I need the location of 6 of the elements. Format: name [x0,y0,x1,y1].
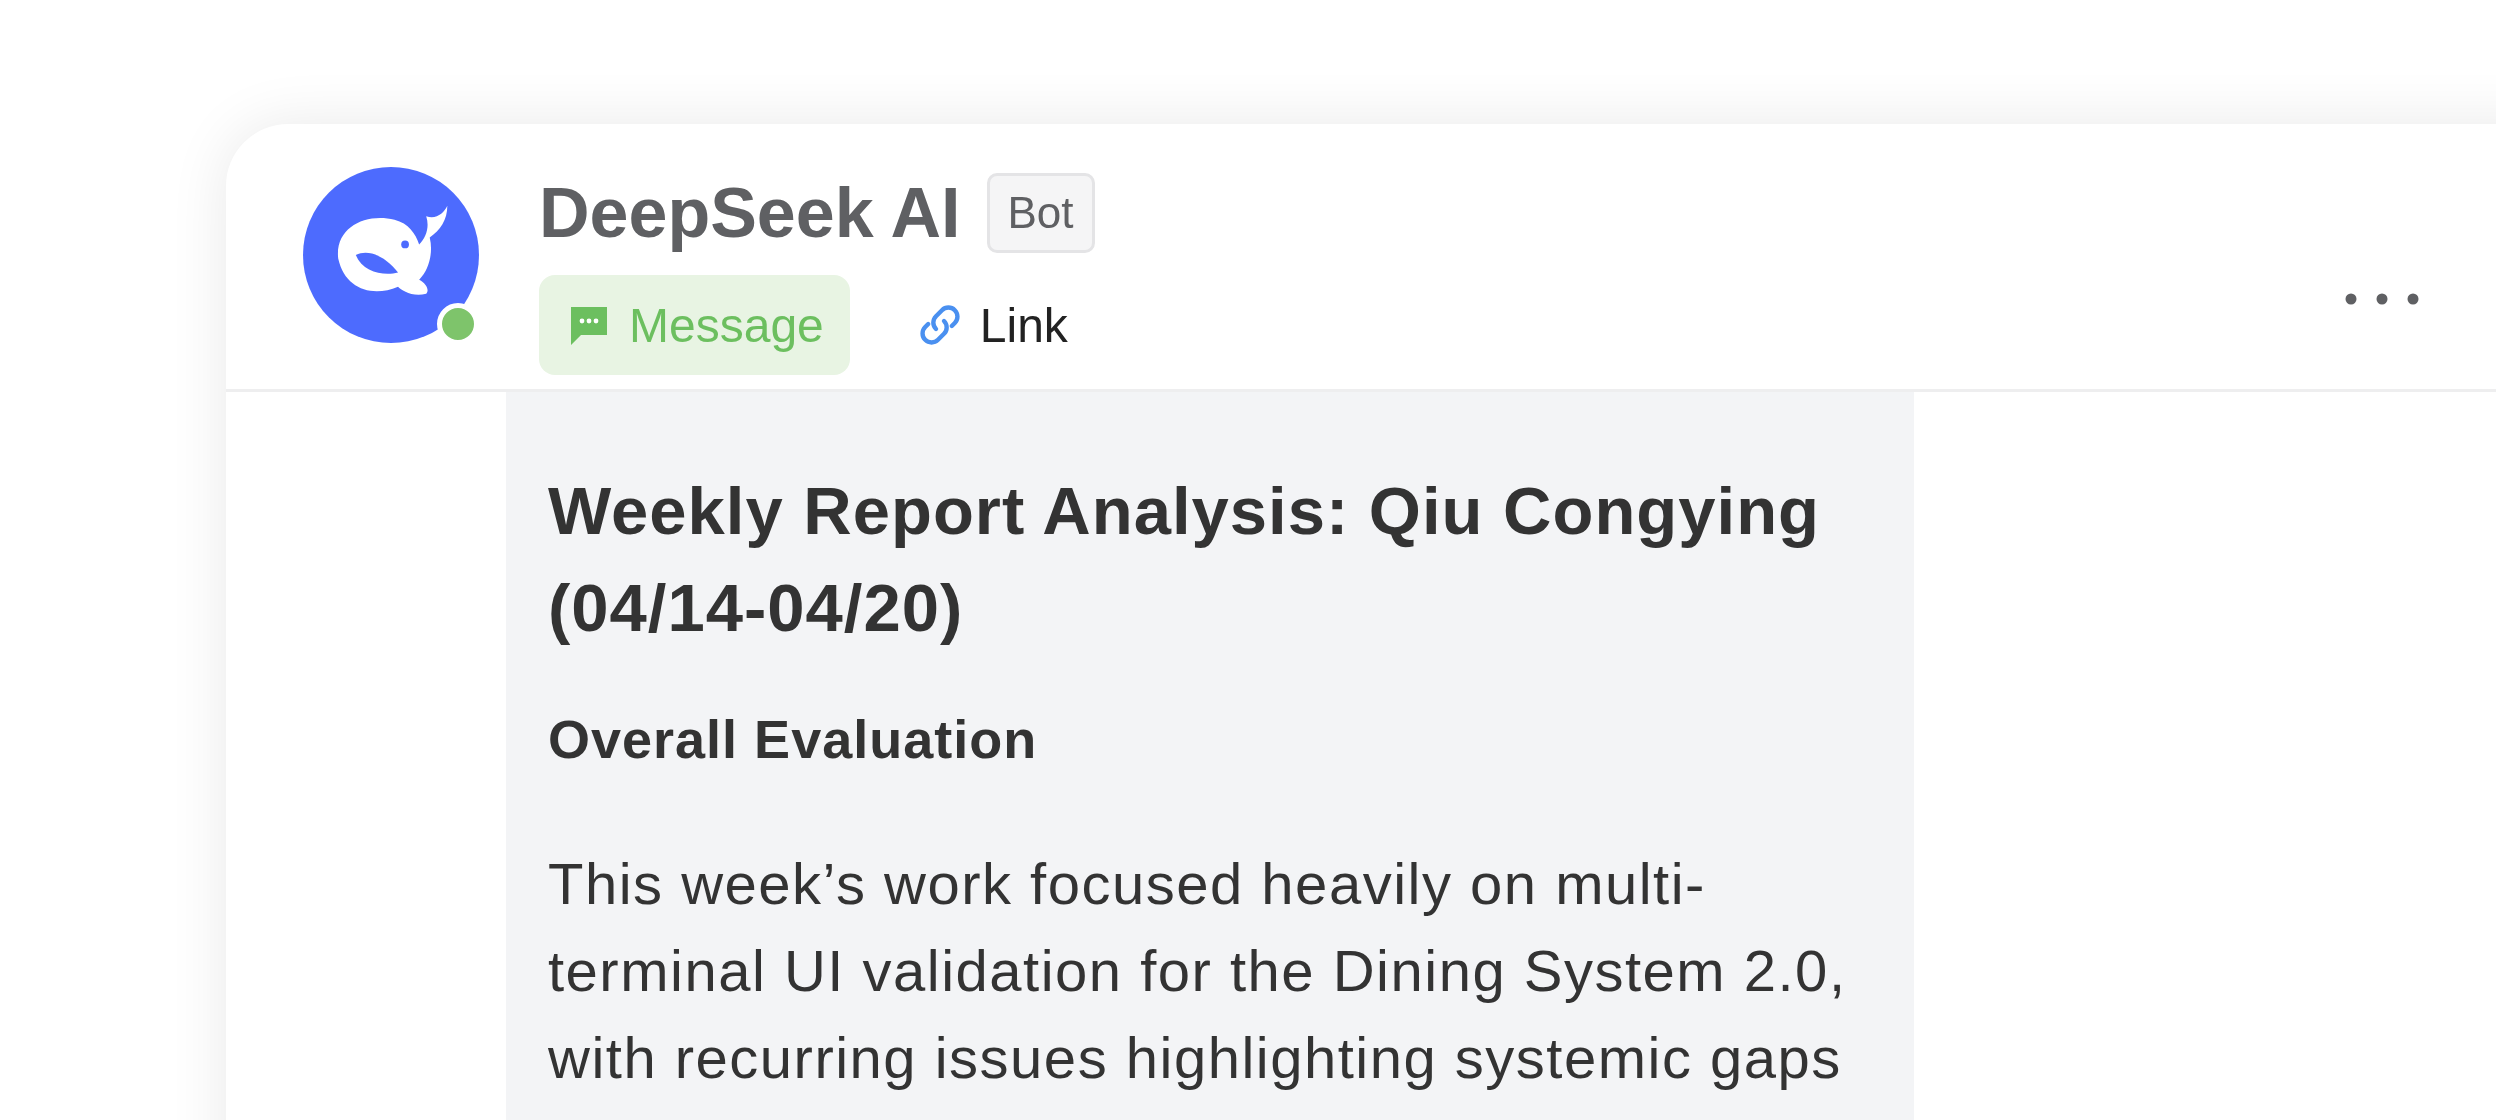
report-title: Weekly Report Analysis: Qiu Congying (04/14-04/20) [548,472,1821,647]
section-heading: Overall Evaluation [548,708,1039,770]
evaluation-paragraph: This week’s work focused heavily on multi-terminal UI validation for the Dining System 2.0, with recurring issues highlighting systemic gaps [548,850,1848,1092]
bot-name: DeepSeek AI [539,173,961,253]
link-button[interactable]: Link [889,275,1094,375]
bot-badge: Bot [986,173,1095,253]
